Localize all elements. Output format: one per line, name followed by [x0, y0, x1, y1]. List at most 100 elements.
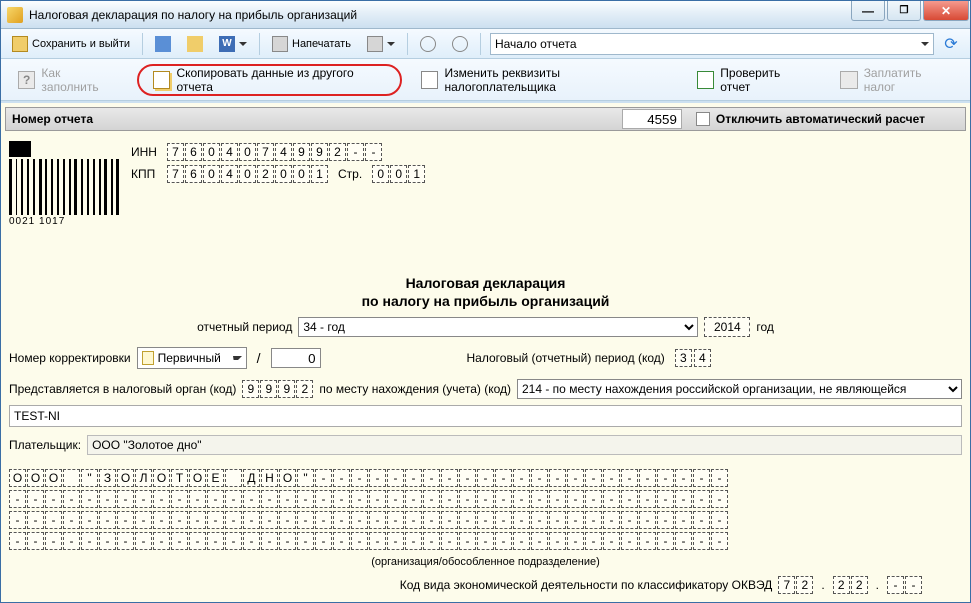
char-cell[interactable]: - — [549, 532, 566, 550]
char-cell[interactable]: О — [279, 469, 296, 487]
char-cell[interactable]: - — [423, 511, 440, 529]
okved-a[interactable]: 72 — [778, 576, 813, 594]
char-cell[interactable]: - — [567, 469, 584, 487]
char-cell[interactable]: - — [905, 576, 922, 594]
char-cell[interactable]: - — [365, 143, 382, 161]
char-cell[interactable]: 7 — [167, 143, 184, 161]
char-cell[interactable]: - — [441, 490, 458, 508]
char-cell[interactable]: - — [675, 532, 692, 550]
char-cell[interactable]: - — [63, 532, 80, 550]
char-cell[interactable]: - — [189, 532, 206, 550]
char-cell[interactable]: 0 — [203, 165, 220, 183]
char-cell[interactable]: 4 — [275, 143, 292, 161]
close-button[interactable]: ✕ — [923, 1, 969, 21]
char-cell[interactable]: - — [117, 511, 134, 529]
char-cell[interactable]: - — [477, 490, 494, 508]
char-cell[interactable]: - — [387, 469, 404, 487]
char-cell[interactable]: - — [477, 469, 494, 487]
char-cell[interactable]: - — [531, 511, 548, 529]
char-cell[interactable]: - — [513, 490, 530, 508]
char-cell[interactable]: 0 — [239, 143, 256, 161]
char-cell[interactable]: - — [603, 511, 620, 529]
char-cell[interactable]: - — [207, 532, 224, 550]
char-cell[interactable]: 2 — [329, 143, 346, 161]
char-cell[interactable]: - — [369, 511, 386, 529]
char-cell[interactable]: - — [225, 511, 242, 529]
char-cell[interactable]: - — [171, 511, 188, 529]
char-cell[interactable]: - — [347, 143, 364, 161]
char-cell[interactable] — [63, 469, 80, 487]
char-cell[interactable]: - — [153, 511, 170, 529]
char-cell[interactable]: 2 — [833, 576, 850, 594]
char-cell[interactable]: - — [261, 532, 278, 550]
open-button[interactable] — [180, 33, 210, 55]
char-cell[interactable]: 1 — [311, 165, 328, 183]
okved-b[interactable]: 22 — [833, 576, 868, 594]
char-cell[interactable]: 4 — [221, 143, 238, 161]
char-cell[interactable]: - — [27, 511, 44, 529]
char-cell[interactable]: - — [243, 532, 260, 550]
char-cell[interactable]: - — [585, 532, 602, 550]
char-cell[interactable]: О — [27, 469, 44, 487]
char-cell[interactable]: - — [369, 532, 386, 550]
year-box[interactable]: 2014 — [704, 317, 750, 337]
char-cell[interactable]: - — [81, 532, 98, 550]
char-cell[interactable]: - — [279, 532, 296, 550]
char-cell[interactable]: Т — [171, 469, 188, 487]
char-cell[interactable]: - — [279, 490, 296, 508]
char-cell[interactable]: Е — [207, 469, 224, 487]
char-cell[interactable]: - — [603, 490, 620, 508]
char-cell[interactable]: - — [171, 490, 188, 508]
word-button[interactable]: W — [212, 33, 254, 55]
char-cell[interactable]: - — [261, 511, 278, 529]
char-cell[interactable]: - — [81, 511, 98, 529]
char-cell[interactable]: - — [675, 490, 692, 508]
char-cell[interactable]: - — [531, 490, 548, 508]
char-cell[interactable]: - — [621, 469, 638, 487]
char-cell[interactable]: 3 — [675, 349, 692, 367]
refresh-button[interactable]: ⟳ — [936, 33, 966, 55]
section-dropdown[interactable]: Начало отчета — [490, 33, 934, 55]
char-cell[interactable]: - — [603, 532, 620, 550]
char-cell[interactable]: 1 — [408, 165, 425, 183]
char-cell[interactable]: 2 — [257, 165, 274, 183]
char-cell[interactable]: - — [423, 469, 440, 487]
place-select[interactable]: 214 - по месту нахождения российской орг… — [517, 379, 962, 399]
char-cell[interactable]: - — [693, 511, 710, 529]
char-cell[interactable]: - — [585, 511, 602, 529]
char-cell[interactable]: - — [585, 469, 602, 487]
char-cell[interactable]: - — [621, 511, 638, 529]
char-cell[interactable]: - — [351, 469, 368, 487]
char-cell[interactable]: - — [297, 490, 314, 508]
char-cell[interactable]: 0 — [203, 143, 220, 161]
char-cell[interactable]: - — [351, 511, 368, 529]
char-cell[interactable]: - — [99, 532, 116, 550]
char-cell[interactable]: - — [333, 532, 350, 550]
char-cell[interactable]: - — [639, 511, 656, 529]
char-cell[interactable]: 4 — [694, 349, 711, 367]
char-cell[interactable]: З — [99, 469, 116, 487]
char-cell[interactable]: - — [369, 490, 386, 508]
report-number-input[interactable] — [622, 109, 682, 129]
char-cell[interactable]: О — [153, 469, 170, 487]
char-cell[interactable]: - — [135, 511, 152, 529]
char-cell[interactable]: - — [207, 511, 224, 529]
char-cell[interactable]: - — [333, 469, 350, 487]
char-cell[interactable]: О — [45, 469, 62, 487]
char-cell[interactable]: - — [675, 511, 692, 529]
char-cell[interactable]: - — [153, 532, 170, 550]
char-cell[interactable]: 0 — [372, 165, 389, 183]
char-cell[interactable]: - — [387, 532, 404, 550]
char-cell[interactable]: 7 — [778, 576, 795, 594]
char-cell[interactable]: - — [387, 490, 404, 508]
char-cell[interactable]: - — [531, 532, 548, 550]
char-cell[interactable]: - — [225, 490, 242, 508]
char-cell[interactable]: О — [189, 469, 206, 487]
char-cell[interactable]: 0 — [293, 165, 310, 183]
char-cell[interactable]: - — [495, 490, 512, 508]
char-cell[interactable]: - — [531, 469, 548, 487]
char-cell[interactable]: - — [315, 490, 332, 508]
char-cell[interactable]: - — [711, 532, 728, 550]
char-cell[interactable]: - — [459, 511, 476, 529]
char-cell[interactable]: - — [171, 532, 188, 550]
